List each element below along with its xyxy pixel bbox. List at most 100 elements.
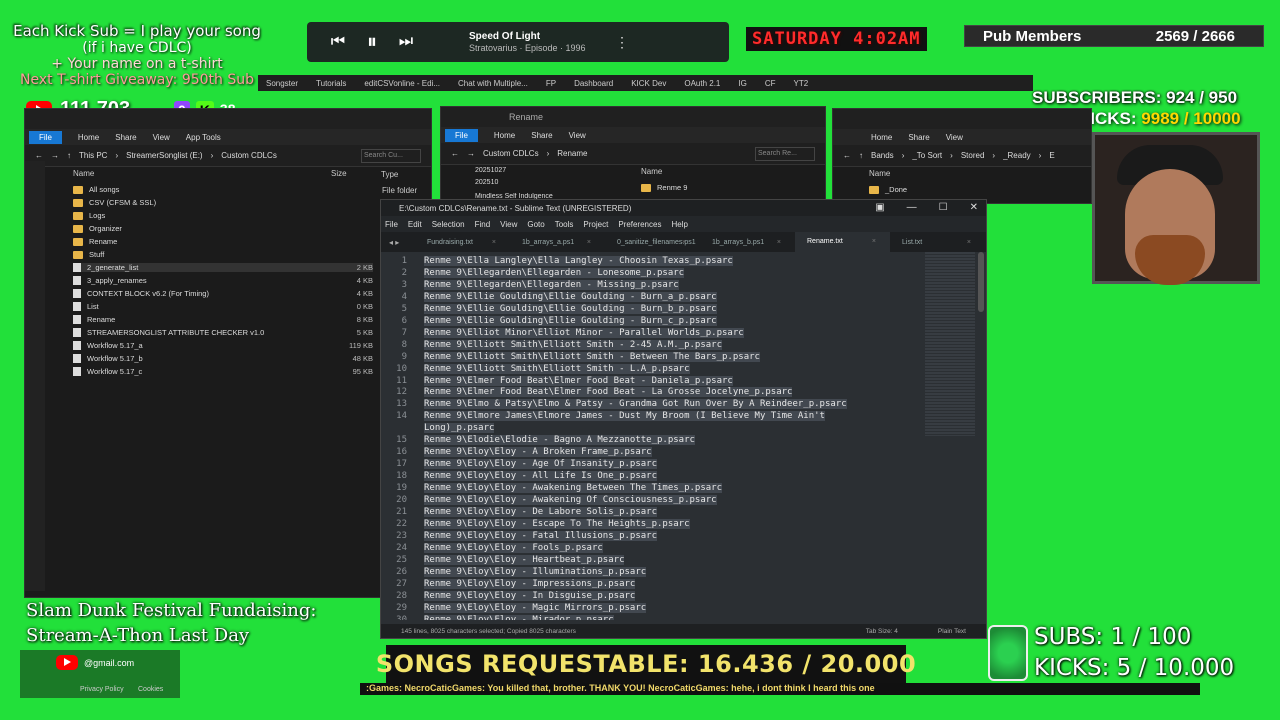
tab-size[interactable]: Tab Size: 4	[866, 628, 898, 635]
code-line[interactable]: 30 Renme 9\Eloy\Eloy - Mirador_p.psarc	[381, 614, 614, 620]
code-line[interactable]: 20 Renme 9\Eloy\Eloy - Awakening Of Consc…	[381, 495, 717, 507]
back-icon[interactable]: ←	[35, 151, 43, 160]
ribbon-app-tools[interactable]: App Tools	[186, 133, 221, 142]
close-icon[interactable]: ✕	[970, 202, 978, 213]
back-icon[interactable]: ←	[451, 149, 459, 158]
code-line[interactable]: 17 Renme 9\Eloy\Eloy - Age Of Insanity_p.…	[381, 459, 657, 471]
list-item[interactable]: 3_apply_renames 4 KB	[73, 276, 373, 285]
ribbon-home[interactable]: Home	[494, 131, 515, 140]
menu-goto[interactable]: Goto	[527, 220, 544, 229]
list-item[interactable]: Logs	[73, 211, 373, 220]
code-line[interactable]: 23 Renme 9\Eloy\Eloy - Fatal Illusions_p.…	[381, 530, 657, 543]
list-item[interactable]: Workflow 5.17_c 95 KB	[73, 367, 373, 376]
bookmark[interactable]: Chat with Multiple...	[458, 79, 528, 88]
menu-tools[interactable]: Tools	[555, 220, 574, 229]
code-line[interactable]: 19 Renme 9\Eloy\Eloy - Awakening Between …	[381, 483, 723, 495]
list-item[interactable]: Renme 9	[641, 183, 687, 192]
code-line[interactable]: 11 Renme 9\Elmer Food Beat\Elmer Food Bea…	[381, 375, 733, 388]
pause-icon[interactable]: ⏸	[355, 31, 389, 54]
close-icon[interactable]: ×	[872, 232, 876, 252]
bookmark[interactable]: YT2	[794, 79, 809, 88]
cookies-link[interactable]: Cookies	[138, 686, 163, 693]
list-item[interactable]: Workflow 5.17_b 48 KB	[73, 354, 373, 363]
list-item[interactable]: Rename	[73, 237, 373, 246]
privacy-link[interactable]: Privacy Policy	[80, 686, 124, 693]
bookmark[interactable]: Tutorials	[316, 79, 346, 88]
code-line[interactable]: 27 Renme 9\Eloy\Eloy - Impressions_p.psar…	[381, 578, 636, 591]
code-line[interactable]: Long)_p.psarc	[381, 423, 495, 435]
code-line[interactable]: 18 Renme 9\Eloy\Eloy - All Life Is One_p.…	[381, 471, 657, 483]
code-line[interactable]: 12 Renme 9\Elmer Food Beat\Elmer Food Bea…	[381, 387, 793, 399]
code-line[interactable]: 1 Renme 9\Ella Langley\Ella Langley - Cho…	[381, 256, 733, 268]
bookmark[interactable]: OAuth 2.1	[684, 79, 720, 88]
code-line[interactable]: 9 Renme 9\Elliott Smith\Elliott Smith - B…	[381, 351, 760, 364]
code-line[interactable]: 22 Renme 9\Eloy\Eloy - Escape To The Heig…	[381, 518, 690, 531]
code-line[interactable]: 10 Renme 9\Elliott Smith\Elliott Smith - …	[381, 363, 690, 376]
code-line[interactable]: 16 Renme 9\Eloy\Eloy - A Broken Frame_p.p…	[381, 447, 652, 459]
menu-help[interactable]: Help	[671, 220, 687, 229]
code-line[interactable]: 28 Renme 9\Eloy\Eloy - In Disguise_p.psar…	[381, 590, 636, 603]
ribbon-view[interactable]: View	[569, 131, 586, 140]
minimize-icon[interactable]: —	[907, 202, 917, 213]
ribbon-share[interactable]: Share	[531, 131, 552, 140]
tab-fundraising[interactable]: Fundraising.txt ×	[415, 239, 510, 246]
ribbon-share[interactable]: Share	[908, 133, 929, 142]
layout-icon[interactable]: ▣	[875, 202, 884, 213]
path-segment[interactable]: StreamerSonglist (E:)	[126, 151, 202, 160]
menu-file[interactable]: File	[385, 220, 398, 229]
column-name[interactable]: Name	[869, 169, 890, 178]
code-line[interactable]: 4 Renme 9\Ellie Goulding\Ellie Goulding -…	[381, 291, 717, 304]
list-item[interactable]: CSV (CFSM & SSL)	[73, 198, 373, 207]
menu-selection[interactable]: Selection	[432, 220, 465, 229]
syntax-mode[interactable]: Plain Text	[938, 628, 966, 635]
address-bar[interactable]: ← → Custom CDLCs › Rename Search Re...	[441, 143, 825, 165]
column-name[interactable]: Name	[641, 167, 662, 176]
tab-nav-icon[interactable]: ◂ ▸	[389, 238, 399, 247]
code-line[interactable]: 3 Renme 9\Ellegarden\Ellegarden - Missing…	[381, 279, 679, 292]
close-icon[interactable]: ×	[682, 239, 686, 246]
address-bar[interactable]: ← ↑ Bands › _To Sort › Stored › _Ready › E	[833, 145, 1091, 167]
address-bar[interactable]: ← → ↑ This PC › StreamerSonglist (E:) › Cu…	[25, 145, 431, 167]
maximize-icon[interactable]: ☐	[939, 202, 948, 213]
list-item[interactable]: 2_generate_list 2 KB	[73, 263, 373, 272]
code-line[interactable]: 2 Renme 9\Ellegarden\Ellegarden - Lonesom…	[381, 267, 685, 280]
tab-list[interactable]: List.txt ×	[890, 239, 985, 246]
list-item[interactable]: _Done	[869, 185, 907, 194]
close-icon[interactable]: ×	[777, 239, 781, 246]
list-item[interactable]: List 0 KB	[73, 302, 373, 311]
list-item[interactable]: Rename 8 KB	[73, 315, 373, 324]
quick-access-item[interactable]: 20251027	[475, 167, 506, 174]
ribbon-view[interactable]: View	[153, 133, 170, 142]
menu-edit[interactable]: Edit	[408, 220, 422, 229]
path-segment[interactable]: Bands	[871, 151, 894, 160]
ribbon-home[interactable]: Home	[78, 133, 99, 142]
close-icon[interactable]: ×	[587, 239, 591, 246]
tab-arrays-a[interactable]: 1b_arrays_a.ps1 ×	[510, 239, 605, 246]
path-segment[interactable]: _To Sort	[912, 151, 942, 160]
tab-rename[interactable]: Rename.txt ×	[795, 232, 890, 252]
code-line[interactable]: 5 Renme 9\Ellie Goulding\Ellie Goulding -…	[381, 303, 717, 316]
path-segment[interactable]: E	[1049, 151, 1054, 160]
code-line[interactable]: 8 Renme 9\Elliott Smith\Elliott Smith - 2…	[381, 339, 723, 352]
code-line[interactable]: 26 Renme 9\Eloy\Eloy - Illuminations_p.ps…	[381, 566, 647, 579]
path-segment[interactable]: _Ready	[1003, 151, 1031, 160]
code-line[interactable]: 21 Renme 9\Eloy\Eloy - De Labore Solis_p.…	[381, 506, 657, 519]
menu-project[interactable]: Project	[583, 220, 608, 229]
code-line[interactable]: 29 Renme 9\Eloy\Eloy - Magic Mirrors_p.ps…	[381, 602, 647, 615]
bookmark[interactable]: FP	[546, 79, 556, 88]
up-icon[interactable]: ↑	[67, 151, 71, 160]
search-input[interactable]: Search Re...	[755, 146, 815, 161]
menu-find[interactable]: Find	[475, 220, 491, 229]
close-icon[interactable]: ×	[492, 239, 496, 246]
column-size[interactable]: Size	[331, 169, 347, 178]
forward-icon[interactable]: →	[51, 151, 59, 160]
path-segment[interactable]: Stored	[961, 151, 985, 160]
scrollbar[interactable]	[978, 252, 984, 312]
ribbon-view[interactable]: View	[946, 133, 963, 142]
bookmark[interactable]: IG	[738, 79, 746, 88]
path-segment[interactable]: This PC	[79, 151, 107, 160]
tab-arrays-b[interactable]: 1b_arrays_b.ps1 ×	[700, 239, 795, 246]
code-line[interactable]: 25 Renme 9\Eloy\Eloy - Heartbeat_p.psarc	[381, 554, 625, 567]
bookmark[interactable]: KICK Dev	[631, 79, 666, 88]
code-line[interactable]: 14 Renme 9\Elmore James\Elmore James - Du…	[381, 411, 825, 423]
